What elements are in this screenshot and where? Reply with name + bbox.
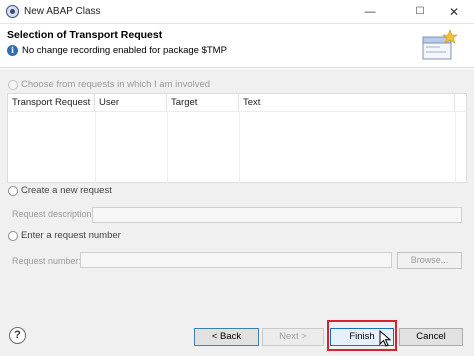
wizard-header: Selection of Transport Request i No chan… <box>0 24 474 68</box>
column-header-filler <box>455 94 467 112</box>
back-button[interactable]: < Back <box>194 328 259 346</box>
title-bar: New ABAP Class — ☐ ✕ <box>0 0 474 24</box>
column-divider <box>95 112 96 184</box>
request-description-field[interactable] <box>92 207 462 223</box>
transport-request-table[interactable]: Transport Request User Target Text <box>7 93 467 184</box>
window-title: New ABAP Class <box>24 6 101 17</box>
info-message: No change recording enabled for package … <box>22 45 227 56</box>
request-description-label: Request description: <box>12 209 95 219</box>
choose-requests-label: Choose from requests in which I am invol… <box>21 79 211 90</box>
page-title: Selection of Transport Request <box>7 29 163 41</box>
request-number-radio[interactable] <box>8 231 18 241</box>
wizard-footer: ? < Back Next > Finish Cancel <box>0 321 474 356</box>
request-number-label: Enter a request number <box>21 230 121 241</box>
minimize-button[interactable]: — <box>350 0 390 24</box>
create-request-label: Create a new request <box>21 185 112 196</box>
create-request-radio[interactable] <box>8 186 18 196</box>
close-button[interactable]: ✕ <box>434 0 474 24</box>
column-header-target[interactable]: Target <box>167 94 239 112</box>
column-header-user[interactable]: User <box>95 94 167 112</box>
next-button[interactable]: Next > <box>262 328 324 346</box>
choose-requests-radio[interactable] <box>8 80 18 90</box>
column-header-text[interactable]: Text <box>239 94 455 112</box>
eclipse-app-icon <box>6 5 19 18</box>
info-icon: i <box>7 45 18 56</box>
wizard-banner-icon <box>422 29 458 60</box>
column-divider <box>167 112 168 184</box>
column-header-transport-request[interactable]: Transport Request <box>8 94 95 112</box>
request-number-field-label: Request number: <box>12 256 82 266</box>
cancel-button[interactable]: Cancel <box>399 328 463 346</box>
column-divider <box>239 112 240 184</box>
request-number-field[interactable] <box>80 252 392 268</box>
wizard-content: Choose from requests in which I am invol… <box>0 69 474 321</box>
column-divider <box>455 112 456 184</box>
browse-button[interactable]: Browse... <box>397 252 462 269</box>
mouse-cursor-icon <box>379 330 392 347</box>
help-icon[interactable]: ? <box>9 327 26 344</box>
